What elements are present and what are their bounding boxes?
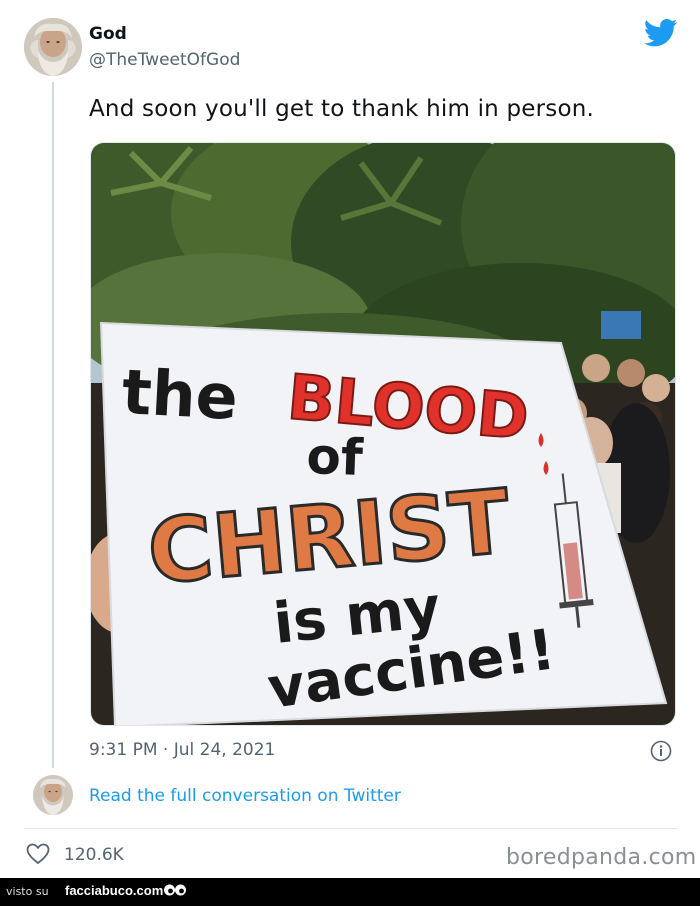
footer-prefix: visto su bbox=[6, 885, 49, 898]
tweet-photo[interactable]: the BLOOD of CHRIST is my vaccine!! bbox=[90, 142, 676, 726]
author-name[interactable]: God bbox=[89, 24, 127, 44]
author-handle[interactable]: @TheTweetOfGod bbox=[89, 50, 240, 70]
divider bbox=[24, 828, 678, 829]
footer-bar: visto su facciabuco.com bbox=[0, 878, 700, 906]
info-icon[interactable] bbox=[650, 740, 672, 762]
thread-line bbox=[52, 82, 54, 768]
watermark: boredpanda.com bbox=[506, 845, 697, 870]
read-full-conversation-link[interactable]: Read the full conversation on Twitter bbox=[89, 786, 401, 806]
eyes-icon bbox=[164, 884, 186, 896]
tweet-card: God @TheTweetOfGod And soon you'll get t… bbox=[0, 0, 700, 878]
author-avatar[interactable] bbox=[24, 18, 82, 76]
footer-brand[interactable]: facciabuco.com bbox=[65, 883, 163, 898]
sign-text-of: of bbox=[306, 427, 365, 487]
tweet-timestamp[interactable]: 9:31 PM · Jul 24, 2021 bbox=[89, 740, 275, 760]
tweet-text: And soon you'll get to thank him in pers… bbox=[89, 96, 594, 122]
like-count: 120.6K bbox=[64, 845, 124, 865]
twitter-bird-icon[interactable] bbox=[644, 18, 678, 48]
sign-text-the: the bbox=[120, 355, 239, 434]
heart-icon[interactable] bbox=[26, 843, 50, 865]
reply-avatar[interactable] bbox=[33, 775, 73, 815]
